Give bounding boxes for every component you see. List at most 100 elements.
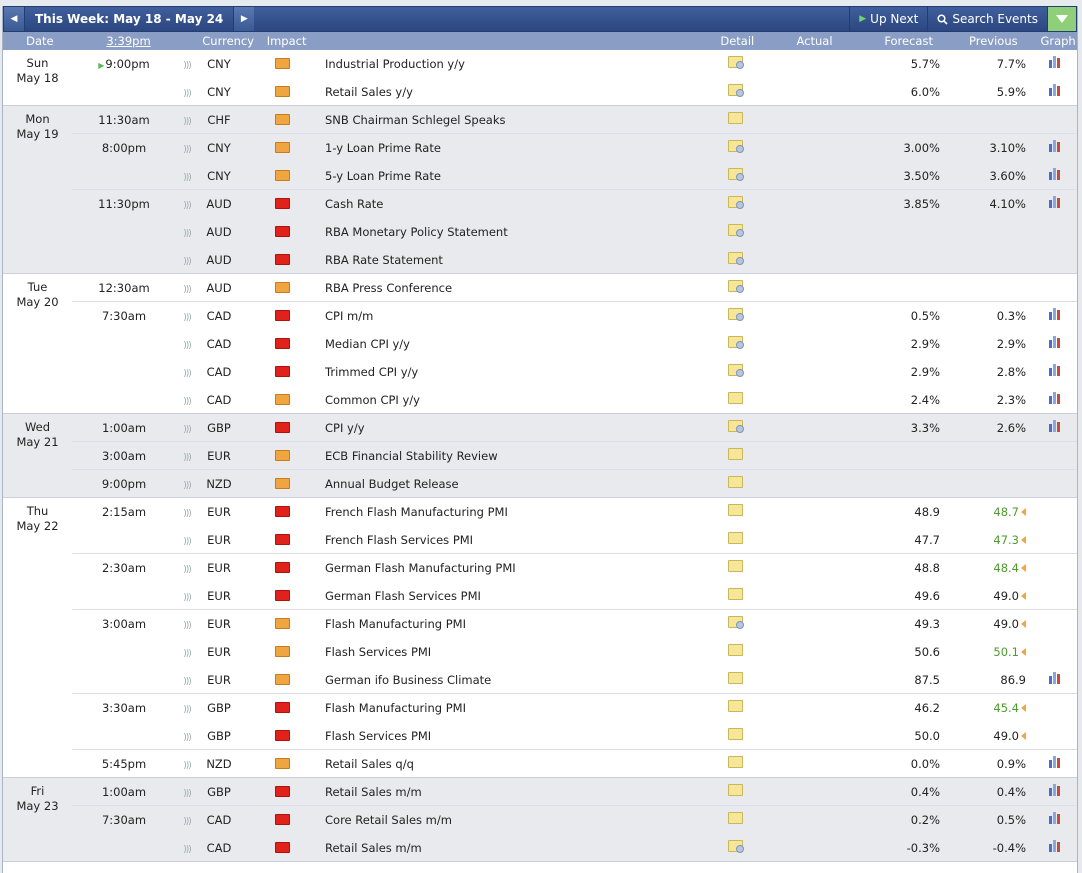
- bar-chart-icon[interactable]: [1048, 812, 1062, 824]
- impact-folder-icon[interactable]: [275, 198, 290, 209]
- revision-arrow-icon[interactable]: [1021, 648, 1026, 656]
- impact-folder-icon[interactable]: [275, 282, 290, 293]
- table-row[interactable]: ))) EUR German Flash Services PMI 49.6 49.0: [72, 581, 1077, 609]
- table-row[interactable]: 9:00pm))) NZD Annual Budget Release: [72, 469, 1077, 497]
- sound-icon[interactable]: ))): [176, 505, 198, 519]
- event-title[interactable]: SNB Chairman Schlegel Speaks: [325, 113, 725, 127]
- event-title[interactable]: Annual Budget Release: [325, 477, 725, 491]
- impact-folder-icon[interactable]: [275, 226, 290, 237]
- bar-chart-icon[interactable]: [1048, 196, 1062, 208]
- detail-folder-icon[interactable]: [727, 420, 744, 433]
- detail-folder-icon[interactable]: [727, 560, 743, 572]
- sound-icon[interactable]: ))): [176, 309, 198, 323]
- impact-folder-icon[interactable]: [275, 338, 290, 349]
- table-row[interactable]: 1:00am))) GBP CPI y/y 3.3% 2.6%: [72, 414, 1077, 441]
- impact-folder-icon[interactable]: [275, 366, 290, 377]
- event-title[interactable]: Retail Sales m/m: [325, 841, 725, 855]
- impact-folder-icon[interactable]: [275, 394, 290, 405]
- impact-folder-icon[interactable]: [275, 310, 290, 321]
- detail-folder-icon[interactable]: [727, 784, 743, 796]
- event-title[interactable]: Flash Manufacturing PMI: [325, 617, 725, 631]
- revision-arrow-icon[interactable]: [1021, 620, 1026, 628]
- event-title[interactable]: French Flash Manufacturing PMI: [325, 505, 725, 519]
- detail-folder-icon[interactable]: [727, 392, 743, 404]
- header-time[interactable]: 3:39pm: [77, 34, 181, 48]
- detail-folder-icon[interactable]: [727, 616, 744, 629]
- impact-folder-icon[interactable]: [275, 422, 290, 433]
- bar-chart-icon[interactable]: [1048, 756, 1062, 768]
- up-next-button[interactable]: ▶ Up Next: [849, 7, 927, 31]
- sound-icon[interactable]: ))): [176, 421, 198, 435]
- bar-chart-icon[interactable]: [1048, 84, 1062, 96]
- sound-icon[interactable]: ))): [176, 85, 198, 99]
- bar-chart-icon[interactable]: [1048, 784, 1062, 796]
- sound-icon[interactable]: ))): [176, 477, 198, 491]
- table-row[interactable]: ))) CAD Common CPI y/y 2.4% 2.3%: [72, 385, 1077, 413]
- sound-icon[interactable]: ))): [176, 365, 198, 379]
- detail-folder-icon[interactable]: [727, 364, 744, 377]
- table-row[interactable]: 11:30pm))) AUD Cash Rate 3.85% 4.10%: [72, 189, 1077, 217]
- bar-chart-icon[interactable]: [1048, 672, 1062, 684]
- table-row[interactable]: ))) EUR French Flash Services PMI 47.7 47.3: [72, 525, 1077, 553]
- revision-arrow-icon[interactable]: [1021, 536, 1026, 544]
- sound-icon[interactable]: ))): [176, 337, 198, 351]
- impact-folder-icon[interactable]: [275, 450, 290, 461]
- table-row[interactable]: 3:00am))) EUR ECB Financial Stability Revi…: [72, 441, 1077, 469]
- table-row[interactable]: ))) AUD RBA Monetary Policy Statement: [72, 217, 1077, 245]
- detail-folder-icon[interactable]: [727, 84, 744, 97]
- event-title[interactable]: German Flash Services PMI: [325, 589, 725, 603]
- sound-icon[interactable]: ))): [176, 225, 198, 239]
- search-events-button[interactable]: Search Events: [927, 7, 1047, 31]
- table-row[interactable]: ))) AUD RBA Rate Statement: [72, 245, 1077, 273]
- table-row[interactable]: ))) CAD Median CPI y/y 2.9% 2.9%: [72, 329, 1077, 357]
- table-row[interactable]: 2:30am))) EUR German Flash Manufacturing P…: [72, 553, 1077, 581]
- revision-arrow-icon[interactable]: [1021, 732, 1026, 740]
- impact-folder-icon[interactable]: [275, 142, 290, 153]
- sound-icon[interactable]: ))): [176, 141, 198, 155]
- sound-icon[interactable]: ))): [176, 617, 198, 631]
- filter-button[interactable]: [1047, 7, 1076, 31]
- table-row[interactable]: ))) EUR Flash Services PMI 50.6 50.1: [72, 637, 1077, 665]
- impact-folder-icon[interactable]: [275, 562, 290, 573]
- detail-folder-icon[interactable]: [727, 504, 743, 516]
- impact-folder-icon[interactable]: [275, 814, 290, 825]
- sound-icon[interactable]: ))): [176, 253, 198, 267]
- sound-icon[interactable]: ))): [176, 729, 198, 743]
- event-title[interactable]: Retail Sales m/m: [325, 785, 725, 799]
- sound-icon[interactable]: ))): [176, 701, 198, 715]
- event-title[interactable]: Trimmed CPI y/y: [325, 365, 725, 379]
- table-row[interactable]: 1:00am))) GBP Retail Sales m/m 0.4% 0.4%: [72, 778, 1077, 805]
- event-title[interactable]: Retail Sales y/y: [325, 85, 725, 99]
- detail-folder-icon[interactable]: [727, 532, 743, 544]
- table-row[interactable]: 7:30am))) CAD CPI m/m 0.5% 0.3%: [72, 301, 1077, 329]
- bar-chart-icon[interactable]: [1048, 168, 1062, 180]
- table-row[interactable]: 5:45pm))) NZD Retail Sales q/q 0.0% 0.9%: [72, 749, 1077, 777]
- sound-icon[interactable]: ))): [176, 169, 198, 183]
- next-week-button[interactable]: ▶: [233, 7, 255, 31]
- impact-folder-icon[interactable]: [275, 254, 290, 265]
- detail-folder-icon[interactable]: [727, 448, 743, 460]
- table-row[interactable]: 11:30am))) CHF SNB Chairman Schlegel Speak…: [72, 106, 1077, 133]
- sound-icon[interactable]: ))): [176, 561, 198, 575]
- revision-arrow-icon[interactable]: [1021, 564, 1026, 572]
- revision-arrow-icon[interactable]: [1021, 508, 1026, 516]
- impact-folder-icon[interactable]: [275, 58, 290, 69]
- impact-folder-icon[interactable]: [275, 534, 290, 545]
- detail-folder-icon[interactable]: [727, 252, 744, 265]
- event-title[interactable]: Core Retail Sales m/m: [325, 813, 725, 827]
- revision-arrow-icon[interactable]: [1021, 592, 1026, 600]
- detail-folder-icon[interactable]: [727, 588, 743, 600]
- table-row[interactable]: 3:00am))) EUR Flash Manufacturing PMI 49.3 4…: [72, 609, 1077, 637]
- event-title[interactable]: Median CPI y/y: [325, 337, 725, 351]
- detail-folder-icon[interactable]: [727, 308, 744, 321]
- detail-folder-icon[interactable]: [727, 224, 744, 237]
- impact-folder-icon[interactable]: [275, 730, 290, 741]
- table-row[interactable]: ))) EUR German ifo Business Climate 87.5 86.…: [72, 665, 1077, 693]
- event-title[interactable]: ECB Financial Stability Review: [325, 449, 725, 463]
- event-title[interactable]: RBA Rate Statement: [325, 253, 725, 267]
- sound-icon[interactable]: ))): [176, 449, 198, 463]
- sound-icon[interactable]: ))): [176, 785, 198, 799]
- bar-chart-icon[interactable]: [1048, 392, 1062, 404]
- bar-chart-icon[interactable]: [1048, 840, 1062, 852]
- event-title[interactable]: CPI y/y: [325, 421, 725, 435]
